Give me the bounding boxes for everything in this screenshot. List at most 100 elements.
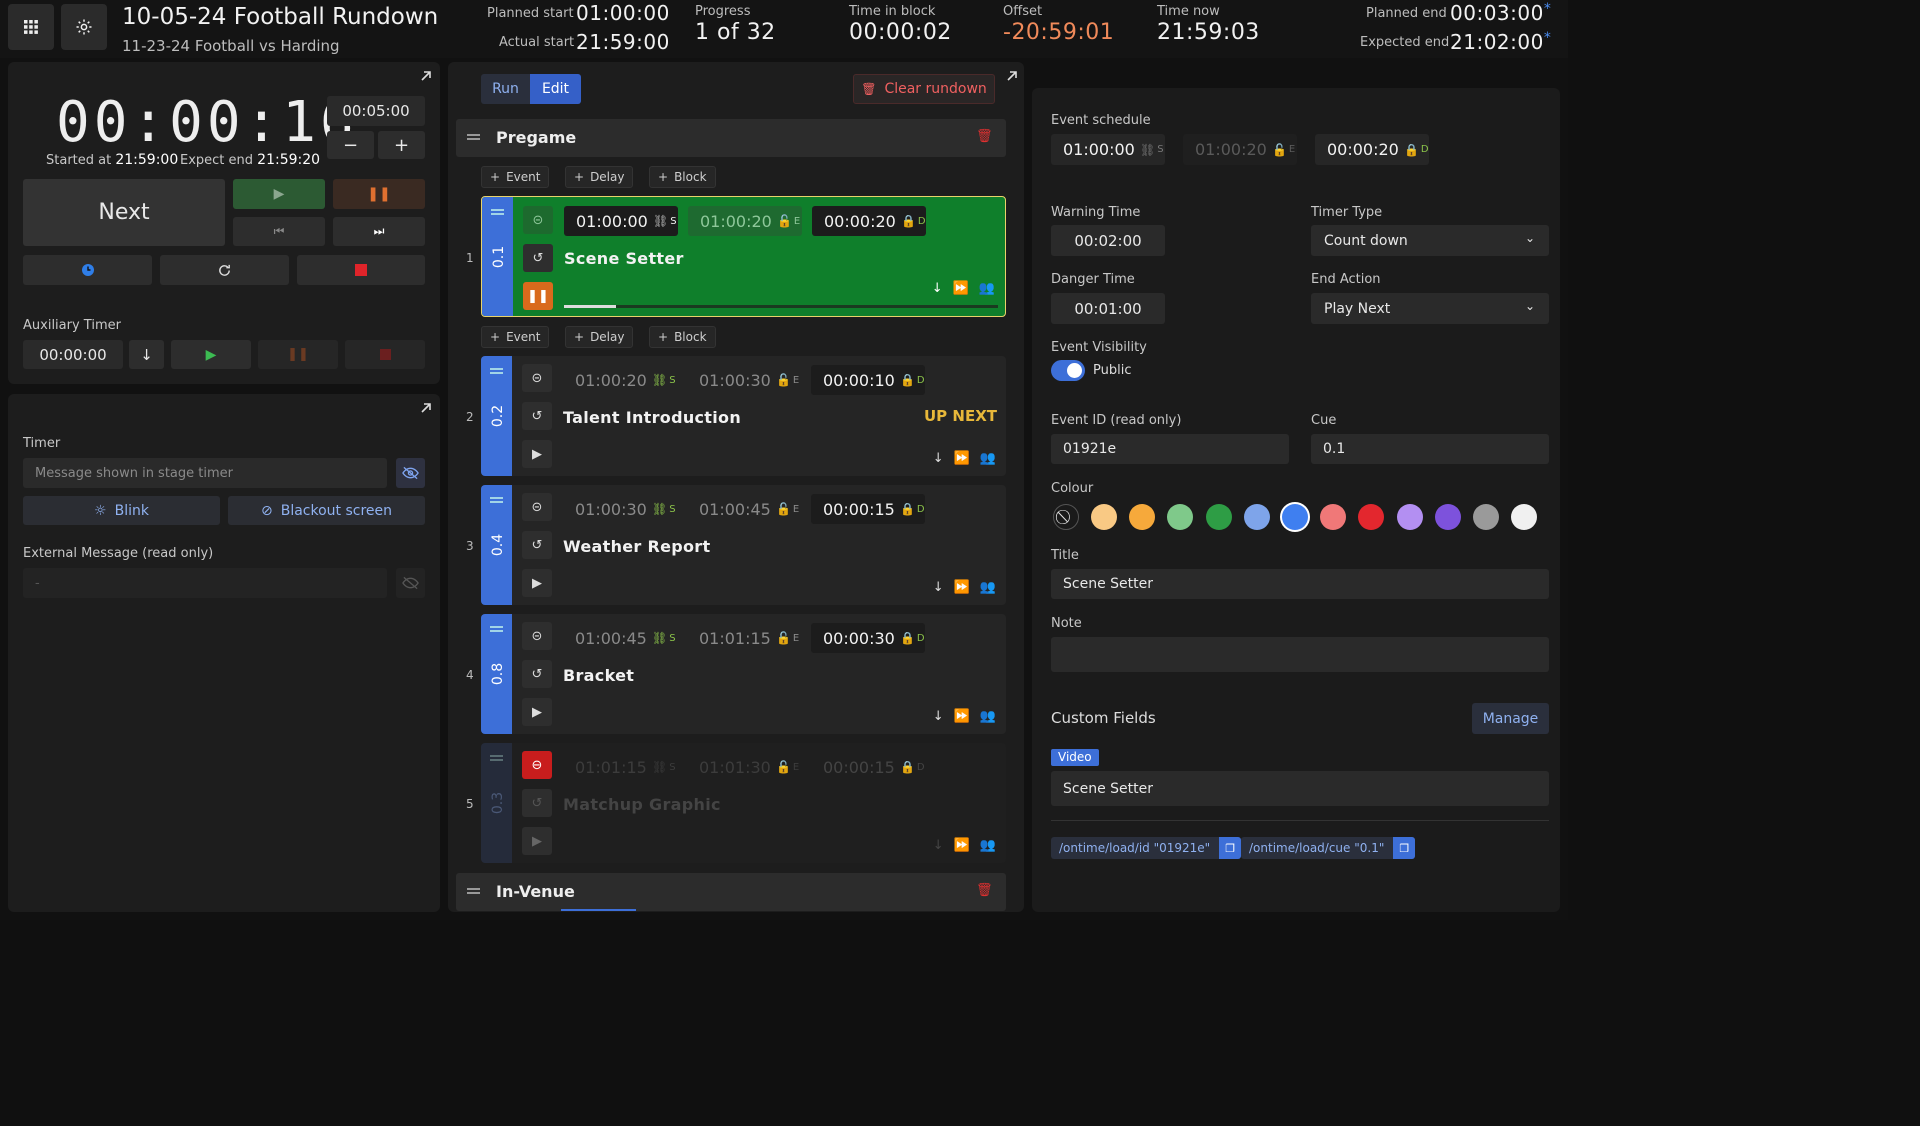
colour-swatch[interactable] — [1243, 504, 1270, 530]
pause-button[interactable]: ❚❚ — [333, 179, 425, 209]
drag-handle-icon[interactable] — [490, 626, 503, 632]
event-duration[interactable]: 00:00:15 🔒 D — [811, 752, 925, 782]
expand-icon[interactable] — [1006, 70, 1018, 82]
play-icon[interactable]: ▶ — [522, 698, 552, 726]
tab-edit[interactable]: Edit — [530, 74, 581, 104]
expand-icon[interactable] — [420, 402, 432, 414]
reload-icon[interactable]: ↺ — [522, 660, 552, 688]
colour-swatch[interactable] — [1129, 504, 1156, 530]
roll-mode-button[interactable] — [23, 255, 152, 285]
event-start-time[interactable]: 01:00:00 ⛓ S — [564, 206, 678, 236]
event-row-active[interactable]: 0.1 ⊝ ↺ ❚❚ 01:00:00 ⛓ S 01:00:20 🔓 E 00:00… — [481, 196, 1006, 317]
blink-button[interactable]: ☼ Blink — [23, 496, 220, 525]
editor-duration[interactable]: 00:00:20 🔒 D — [1315, 134, 1429, 165]
note-input[interactable] — [1051, 637, 1549, 672]
timer-message-input[interactable]: Message shown in stage timer — [23, 458, 387, 488]
title-input[interactable]: Scene Setter — [1051, 569, 1549, 599]
visibility-toggle[interactable] — [1051, 360, 1085, 381]
settings-button[interactable] — [61, 4, 107, 50]
danger-time-input[interactable]: 00:01:00 — [1051, 293, 1165, 324]
pause-icon[interactable]: ❚❚ — [523, 282, 553, 310]
event-end-time[interactable]: 01:00:45 🔓 E — [687, 494, 801, 524]
editor-start-time[interactable]: 01:00:00 ⛓ S — [1051, 134, 1165, 165]
copy-icon[interactable]: ❐ — [1219, 837, 1242, 859]
drag-handle-icon[interactable] — [490, 497, 503, 503]
add-event-button[interactable]: + Event — [481, 326, 550, 348]
play-button[interactable]: ▶ — [233, 179, 325, 209]
event-duration[interactable]: 00:00:15 🔒 D — [811, 494, 925, 524]
reload-icon[interactable]: ↺ — [523, 244, 553, 272]
event-start-time[interactable]: 01:00:30 ⛓ S — [563, 494, 677, 524]
drag-handle-icon[interactable] — [490, 755, 503, 761]
event-start-time[interactable]: 01:00:20 ⛓ S — [563, 365, 677, 395]
event-start-time[interactable]: 01:01:15 ⛓ S — [563, 752, 677, 782]
add-event-button[interactable]: + Event — [481, 166, 550, 188]
aux-direction-button[interactable]: ↓ — [129, 340, 164, 369]
add-block-button[interactable]: + Block — [649, 326, 716, 348]
drag-handle-icon[interactable] — [467, 888, 480, 894]
event-end-time[interactable]: 01:01:15 🔓 E — [687, 623, 801, 653]
colour-swatch[interactable] — [1473, 504, 1499, 530]
stop-button[interactable] — [297, 255, 425, 285]
drag-handle-icon[interactable] — [490, 368, 503, 374]
aux-play-button[interactable]: ▶ — [171, 340, 251, 369]
colour-swatch[interactable] — [1511, 504, 1538, 530]
clear-rundown-button[interactable]: 🗑 Clear rundown — [853, 74, 995, 104]
event-end-time[interactable]: 01:00:30 🔓 E — [687, 365, 801, 395]
subtract-time-button[interactable]: − — [327, 131, 374, 159]
drag-handle-icon[interactable] — [491, 209, 504, 215]
blackout-button[interactable]: ⊘ Blackout screen — [228, 496, 425, 525]
tab-run[interactable]: Run — [481, 74, 530, 104]
add-delay-button[interactable]: + Delay — [565, 166, 634, 188]
manage-button[interactable]: Manage — [1472, 703, 1549, 734]
next-button[interactable]: Next — [23, 179, 225, 246]
warning-time-input[interactable]: 00:02:00 — [1051, 225, 1165, 256]
event-duration[interactable]: 00:00:20 🔒 D — [812, 206, 926, 236]
drag-handle-icon[interactable] — [467, 134, 480, 140]
copy-icon[interactable]: ❐ — [1393, 837, 1416, 859]
event-end-time[interactable]: 01:01:30 🔓 E — [687, 752, 801, 782]
editor-end-time[interactable]: 01:00:20 🔓 E — [1183, 134, 1297, 165]
skip-next-button[interactable]: ⏭ — [333, 217, 425, 246]
previous-button[interactable]: ⏮ — [233, 217, 325, 246]
play-icon[interactable]: ▶ — [522, 569, 552, 597]
skip-toggle-icon[interactable]: ⊝ — [522, 364, 552, 392]
skip-toggle-icon[interactable]: ⊖ — [522, 751, 552, 779]
event-end-time[interactable]: 01:00:20 🔓 E — [688, 206, 802, 236]
colour-swatch[interactable] — [1282, 504, 1308, 530]
play-icon[interactable]: ▶ — [522, 440, 552, 468]
event-row[interactable]: 0.4 ⊝ ↺ ▶ 01:00:30 ⛓ S 01:00:45 🔓 E 00:00:… — [481, 485, 1006, 605]
add-delay-button[interactable]: + Delay — [565, 326, 634, 348]
reload-icon[interactable]: ↺ — [522, 402, 552, 430]
aux-pause-button[interactable]: ❚❚ — [258, 340, 338, 369]
event-row-skipped[interactable]: 0.3 ⊖ ↺ ▶ 01:01:15 ⛓ S 01:01:30 🔓 E 00:00:… — [481, 743, 1006, 863]
apps-menu-button[interactable] — [8, 4, 54, 50]
cue-input[interactable]: 0.1 — [1311, 434, 1549, 464]
play-icon[interactable]: ▶ — [522, 827, 552, 855]
reload-button[interactable] — [160, 255, 289, 285]
no-colour-swatch[interactable]: ⃠ — [1053, 504, 1079, 530]
event-row[interactable]: 0.8 ⊝ ↺ ▶ 01:00:45 ⛓ S 01:01:15 🔓 E 00:00:… — [481, 614, 1006, 734]
add-time-button[interactable]: + — [378, 131, 425, 159]
event-start-time[interactable]: 01:00:45 ⛓ S — [563, 623, 677, 653]
expand-icon[interactable] — [420, 70, 432, 82]
add-time-input[interactable]: 00:05:00 — [327, 96, 425, 126]
aux-stop-button[interactable] — [345, 340, 425, 369]
aux-timer-value[interactable]: 00:00:00 — [23, 340, 123, 369]
colour-swatch[interactable] — [1434, 504, 1461, 530]
colour-swatch[interactable] — [1396, 504, 1423, 530]
event-row[interactable]: 0.2 ⊝ ↺ ▶ 01:00:20 ⛓ S 01:00:30 🔓 E 00:00:… — [481, 356, 1006, 476]
toggle-message-visibility-button[interactable] — [396, 458, 425, 488]
colour-swatch[interactable] — [1091, 504, 1117, 530]
colour-swatch[interactable] — [1320, 504, 1347, 530]
end-action-select[interactable]: Play Next ⌄ — [1311, 293, 1549, 324]
add-block-button[interactable]: + Block — [649, 166, 716, 188]
trash-icon[interactable]: 🗑 — [976, 883, 993, 898]
block-row[interactable]: In-Venue 🗑 — [456, 873, 1006, 911]
skip-toggle-icon[interactable]: ⊝ — [523, 206, 553, 234]
timer-type-select[interactable]: Count down ⌄ — [1311, 225, 1549, 256]
event-duration[interactable]: 00:00:10 🔒 D — [811, 365, 925, 395]
colour-swatch[interactable] — [1205, 504, 1232, 530]
block-row[interactable]: Pregame 🗑 — [456, 119, 1006, 157]
reload-icon[interactable]: ↺ — [522, 789, 552, 817]
